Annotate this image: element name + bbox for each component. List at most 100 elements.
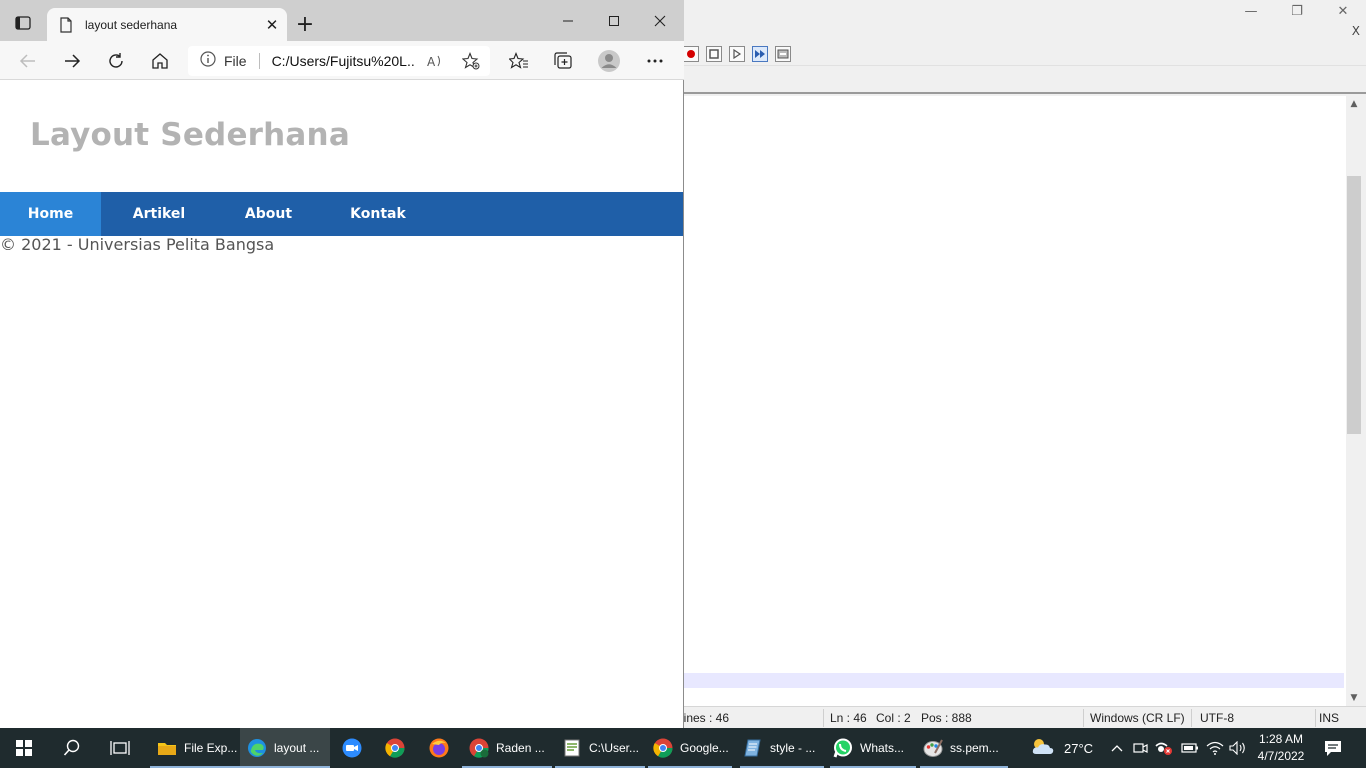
status-eol-format: Windows (CR LF) — [1090, 711, 1185, 725]
taskbar-app-label: C:\User... — [589, 741, 640, 755]
new-tab-button[interactable]: + — [293, 10, 317, 38]
maximize-icon — [609, 15, 619, 26]
favorites-button[interactable] — [506, 48, 532, 74]
paint-icon — [922, 737, 944, 759]
add-favorite-icon[interactable] — [460, 50, 482, 72]
weather-widget[interactable]: 27°C — [1030, 728, 1093, 768]
collections-button[interactable] — [550, 48, 576, 74]
home-icon — [152, 53, 168, 69]
system-clock[interactable]: 1:28 AM 4/7/2022 — [1250, 731, 1312, 765]
search-button[interactable] — [48, 728, 96, 768]
browser-maximize-button[interactable] — [591, 0, 637, 41]
browser-title-bar: layout sederhana ✕ + — [0, 0, 684, 41]
page-footer: © 2021 - Universias Pelita Bangsa — [0, 235, 275, 254]
taskbar-app-chrome[interactable] — [376, 728, 414, 768]
scroll-down-icon[interactable]: ▼ — [1346, 690, 1362, 706]
home-button[interactable] — [147, 48, 173, 74]
edge-icon — [246, 737, 268, 759]
antivirus-icon[interactable] — [1154, 728, 1174, 768]
editor-vertical-scrollbar[interactable]: ▲ ▼ — [1346, 96, 1362, 706]
wifi-icon[interactable] — [1205, 728, 1225, 768]
task-view-icon — [110, 741, 130, 755]
volume-icon[interactable] — [1228, 728, 1248, 768]
editor-restore-button[interactable]: ❐ — [1274, 0, 1320, 22]
save-macro-button[interactable] — [775, 45, 791, 62]
taskbar-app-zoom[interactable] — [334, 728, 370, 768]
windows-taskbar: File Exp... layout ... Raden ... C:\User… — [0, 728, 1366, 768]
editor-document-close-button[interactable]: X — [1352, 24, 1360, 38]
taskbar-app-notepad[interactable]: style - ... — [740, 728, 824, 768]
editor-close-button[interactable]: ✕ — [1320, 0, 1366, 22]
tab-actions-icon — [15, 16, 31, 30]
current-line-highlight — [683, 673, 1344, 688]
stop-macro-button[interactable] — [706, 45, 722, 62]
action-center-button[interactable] — [1320, 728, 1346, 768]
scrollbar-thumb[interactable] — [1347, 176, 1361, 434]
start-button[interactable] — [0, 728, 48, 768]
clock-time: 1:28 AM — [1258, 732, 1304, 746]
play-macro-button[interactable] — [729, 45, 745, 62]
task-view-button[interactable] — [96, 728, 144, 768]
taskbar-app-paint[interactable]: ss.pem... — [920, 728, 1008, 768]
address-bar[interactable]: File C:/Users/Fujitsu%20L... A — [188, 46, 490, 76]
taskbar-app-label: style - ... — [770, 741, 816, 755]
taskbar-app-firefox[interactable] — [420, 728, 458, 768]
battery-icon[interactable] — [1180, 728, 1200, 768]
svg-text:A: A — [427, 55, 436, 69]
profile-button[interactable] — [596, 48, 622, 74]
info-icon[interactable] — [200, 50, 216, 72]
notification-icon — [1325, 741, 1341, 756]
scroll-up-icon[interactable]: ▲ — [1346, 96, 1362, 112]
tab-actions-button[interactable] — [14, 14, 32, 32]
record-icon — [687, 49, 695, 58]
browser-tab-active[interactable]: layout sederhana ✕ — [47, 8, 287, 41]
close-icon — [654, 15, 666, 26]
taskbar-app-chrome-profile[interactable]: Raden ... — [462, 728, 552, 768]
taskbar-app-chrome-google[interactable]: Google... — [648, 728, 732, 768]
browser-toolbar: File C:/Users/Fujitsu%20L... A — [0, 41, 684, 80]
folder-icon — [156, 737, 178, 759]
tab-close-button[interactable]: ✕ — [257, 16, 287, 34]
nav-home-link[interactable]: Home — [0, 192, 101, 236]
taskbar-app-whatsapp[interactable]: Whats... — [830, 728, 916, 768]
nav-kontak-link[interactable]: Kontak — [320, 192, 436, 236]
refresh-button[interactable] — [103, 48, 129, 74]
browser-window: layout sederhana ✕ + File C:/Users/Fujit… — [0, 0, 684, 728]
editor-window-controls: — ❐ ✕ — [1228, 0, 1366, 22]
back-button[interactable] — [15, 48, 41, 74]
minimize-icon — [563, 20, 573, 21]
taskbar-app-label: File Exp... — [184, 741, 238, 755]
taskbar-app-edge[interactable]: layout ... — [240, 728, 330, 768]
run-macro-multiple-button[interactable] — [752, 45, 768, 62]
avatar-icon — [598, 50, 620, 72]
forward-button[interactable] — [59, 48, 85, 74]
chrome-icon — [652, 737, 674, 759]
status-position: Pos : 888 — [921, 711, 972, 725]
editor-minimize-button[interactable]: — — [1228, 0, 1274, 22]
taskbar-app-notepadpp[interactable]: C:\User... — [555, 728, 645, 768]
address-url[interactable]: C:/Users/Fujitsu%20L... — [272, 53, 414, 69]
taskbar-app-file-explorer[interactable]: File Exp... — [150, 728, 240, 768]
read-aloud-icon[interactable]: A — [424, 50, 446, 72]
chrome-icon — [384, 737, 406, 759]
show-hidden-icons-button[interactable] — [1109, 728, 1125, 768]
browser-minimize-button[interactable] — [545, 0, 591, 41]
record-macro-button[interactable] — [683, 45, 699, 62]
nav-about-link[interactable]: About — [217, 192, 320, 236]
tab-title: layout sederhana — [85, 17, 178, 32]
save-macro-icon — [777, 49, 789, 58]
settings-more-button[interactable] — [642, 48, 668, 74]
status-column: Col : 2 — [876, 711, 911, 725]
site-title: Layout Sederhana — [30, 117, 350, 153]
nav-artikel-link[interactable]: Artikel — [101, 192, 217, 236]
editor-window: — ❐ ✕ X ▲ ▼ lines : 46 Ln : 46 Col : 2 P… — [681, 0, 1366, 728]
chevron-up-icon — [1111, 745, 1123, 752]
status-insert-mode: INS — [1319, 711, 1340, 725]
browser-close-button[interactable] — [637, 0, 683, 41]
arrow-right-icon — [65, 54, 81, 68]
taskbar-app-label: Whats... — [860, 741, 905, 755]
taskbar-app-label: layout ... — [274, 741, 320, 755]
editor-text-area[interactable] — [683, 96, 1346, 706]
status-line-number: Ln : 46 — [830, 711, 867, 725]
meet-now-icon[interactable] — [1132, 728, 1150, 768]
